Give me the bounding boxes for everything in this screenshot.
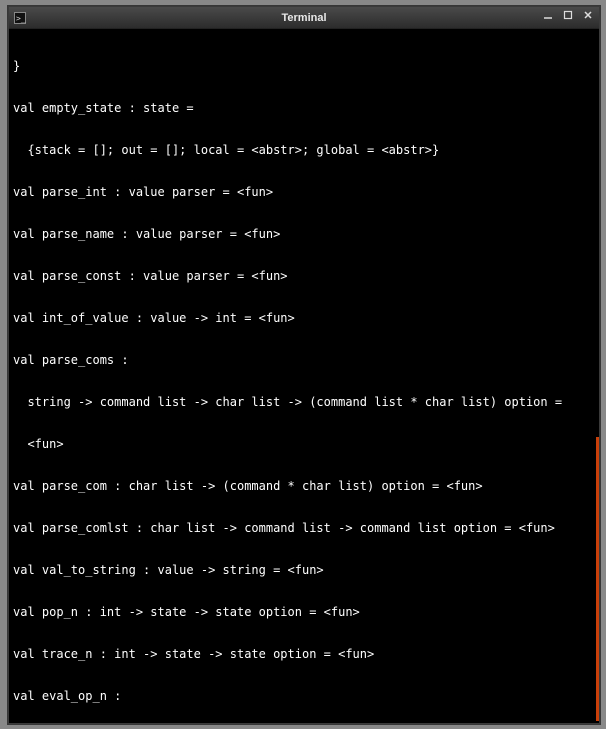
scroll-indicator[interactable] [596, 437, 599, 721]
titlebar[interactable]: >_ Terminal [9, 7, 599, 29]
terminal-line: val parse_const : value parser = <fun> [13, 269, 595, 283]
terminal-line: val eval_op_n : [13, 689, 595, 703]
maximize-button[interactable] [561, 10, 575, 24]
close-button[interactable] [581, 10, 595, 24]
terminal-line: val val_to_string : value -> string = <f… [13, 563, 595, 577]
terminal-body[interactable]: } val empty_state : state = {stack = [];… [9, 29, 599, 723]
window-controls [541, 10, 595, 24]
terminal-window: >_ Terminal } val empty_state : state = … [8, 6, 600, 724]
terminal-app-icon: >_ [13, 11, 27, 25]
terminal-line: val parse_comlst : char list -> command … [13, 521, 595, 535]
terminal-line: {stack = []; out = []; local = <abstr>; … [13, 143, 595, 157]
terminal-line: val pop_n : int -> state -> state option… [13, 605, 595, 619]
terminal-line: val parse_coms : [13, 353, 595, 367]
terminal-line: val int_of_value : value -> int = <fun> [13, 311, 595, 325]
window-title: Terminal [9, 12, 599, 24]
terminal-line: val empty_state : state = [13, 101, 595, 115]
terminal-line: val parse_name : value parser = <fun> [13, 227, 595, 241]
terminal-line: <fun> [13, 437, 595, 451]
terminal-line: string -> command list -> char list -> (… [13, 395, 595, 409]
terminal-line: } [13, 59, 595, 73]
svg-text:>_: >_ [16, 14, 26, 23]
minimize-button[interactable] [541, 10, 555, 24]
terminal-line: val parse_int : value parser = <fun> [13, 185, 595, 199]
terminal-line: val parse_com : char list -> (command * … [13, 479, 595, 493]
terminal-line: val trace_n : int -> state -> state opti… [13, 647, 595, 661]
